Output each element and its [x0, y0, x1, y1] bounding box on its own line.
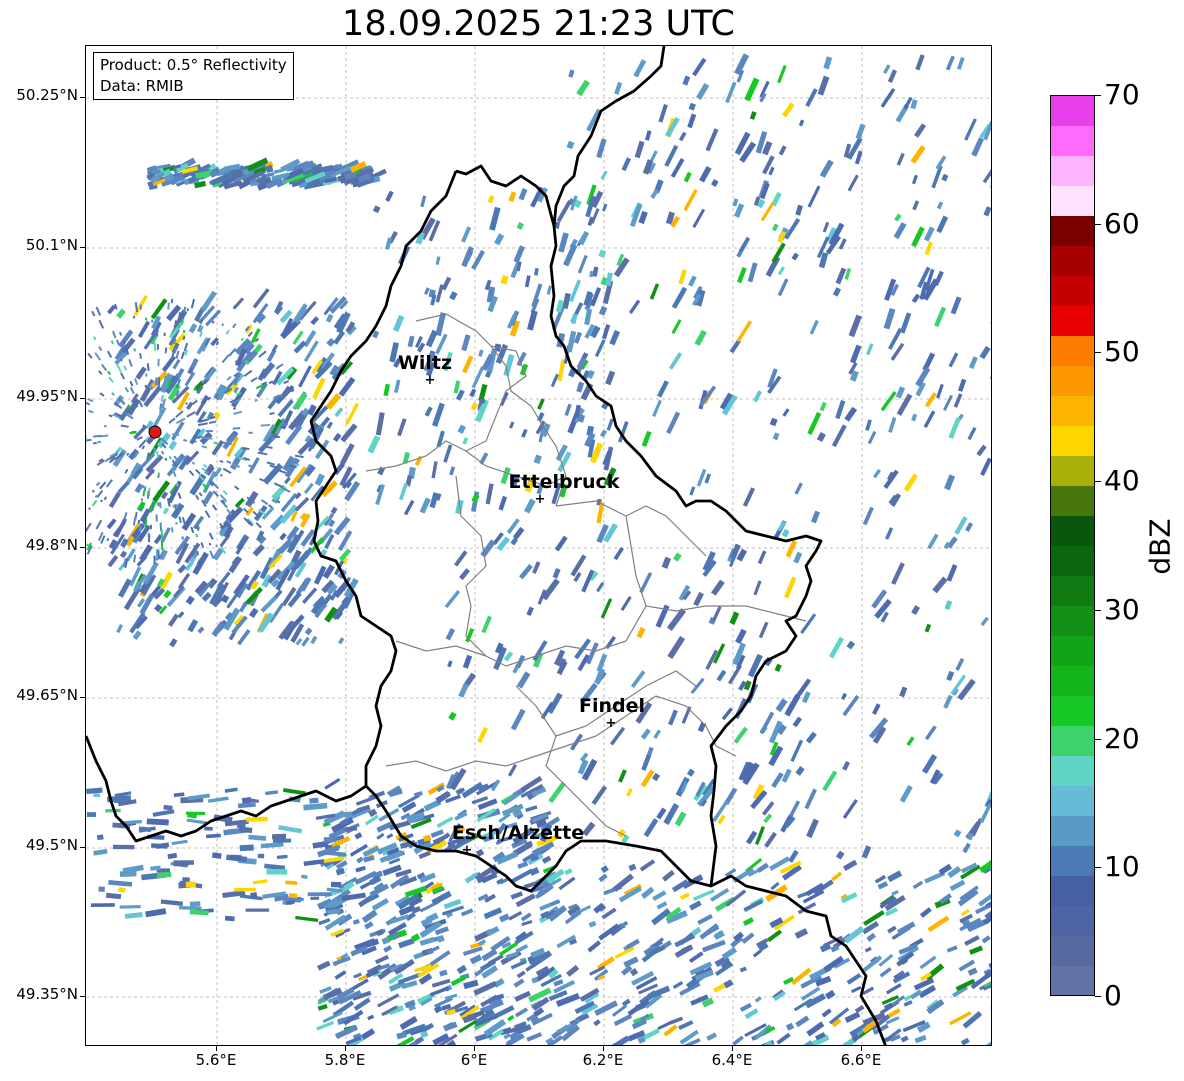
colorbar-segment [1051, 935, 1094, 966]
colorbar-tick-label: 60 [1104, 206, 1140, 240]
info-box: Product: 0.5° Reflectivity Data: RMIB [93, 52, 294, 100]
colorbar-tick [1095, 95, 1101, 96]
colorbar-unit-label: dBZ [1143, 518, 1177, 575]
colorbar-segment [1051, 425, 1094, 457]
product-label: Product: 0.5° Reflectivity [100, 56, 287, 74]
lon-tick [345, 1046, 346, 1051]
colorbar [1050, 95, 1095, 996]
radar-map-svg: +Wiltz+Ettelbruck+Findel+Esch/Alzette [86, 46, 991, 1045]
colorbar-segment [1051, 815, 1094, 846]
colorbar-tick-label: 0 [1104, 979, 1122, 1012]
lon-label: 6.2°E [582, 1051, 624, 1069]
lon-label: 6.4°E [711, 1051, 753, 1069]
lon-tick [732, 1046, 733, 1051]
colorbar-segment [1051, 215, 1094, 247]
lat-label: 49.65°N [16, 686, 78, 704]
lon-tick [216, 1046, 217, 1051]
lat-tick [80, 398, 85, 399]
city-marker-icon: + [606, 716, 617, 731]
colorbar-tick-label: 70 [1104, 78, 1140, 111]
lon-tick [474, 1046, 475, 1051]
lat-label: 49.35°N [16, 985, 78, 1003]
colorbar-segment [1051, 635, 1094, 666]
colorbar-segment [1051, 665, 1094, 696]
lat-label: 49.8°N [25, 536, 78, 554]
radar-map[interactable]: + Wiltz + Ettelbruck + Findel + Esch/Alzette [85, 45, 992, 1046]
colorbar-segment [1051, 785, 1094, 816]
colorbar-segment [1051, 755, 1094, 786]
city-label: Esch/Alzette [452, 822, 584, 844]
colorbar-tick [1095, 867, 1101, 869]
colorbar-tick [1095, 223, 1101, 225]
colorbar-segment [1051, 875, 1094, 906]
city-marker-icon: + [535, 492, 546, 507]
colorbar-segment [1051, 185, 1094, 217]
colorbar-segment [1051, 725, 1094, 756]
lat-label: 49.5°N [25, 836, 78, 854]
lat-tick [80, 847, 85, 848]
colorbar-tick-label: 20 [1104, 721, 1140, 755]
lat-tick [80, 996, 85, 997]
colorbar-segment [1051, 965, 1094, 996]
colorbar-tick-label: 40 [1104, 464, 1140, 498]
colorbar-segment [1051, 605, 1094, 636]
colorbar-segment [1051, 155, 1094, 187]
radar-site-marker [148, 425, 162, 439]
lat-label: 50.25°N [16, 86, 78, 104]
lon-tick [861, 1046, 862, 1051]
city-label: Ettelbruck [509, 471, 620, 493]
city-label: Findel [579, 695, 645, 717]
colorbar-segment [1051, 845, 1094, 876]
colorbar-segment [1051, 515, 1094, 546]
colorbar-segment [1051, 395, 1094, 427]
colorbar-segment [1051, 305, 1094, 337]
radar-site[interactable] [148, 425, 162, 439]
lon-label: 6°E [460, 1051, 488, 1069]
lat-label: 50.1°N [25, 236, 78, 254]
colorbar-segment [1051, 905, 1094, 936]
radar-echoes [86, 53, 991, 1045]
colorbar-segment [1051, 125, 1094, 157]
colorbar-segment [1051, 695, 1094, 726]
lon-tick [603, 1046, 604, 1051]
colorbar-tick-label: 10 [1104, 850, 1140, 884]
lat-label: 49.95°N [16, 387, 78, 405]
lat-tick [80, 547, 85, 548]
lon-label: 6.6°E [840, 1051, 882, 1069]
colorbar-tick [1095, 609, 1101, 611]
lon-label: 5.8°E [324, 1051, 366, 1069]
colorbar-tick-label: 30 [1104, 592, 1140, 626]
colorbar-tick [1095, 352, 1101, 354]
colorbar-segment [1051, 575, 1094, 606]
colorbar-tick [1095, 738, 1101, 740]
colorbar-segment [1051, 455, 1094, 487]
colorbar-segment [1051, 485, 1094, 517]
colorbar-tick-label: 50 [1104, 335, 1140, 369]
data-source-label: Data: RMIB [100, 77, 184, 95]
lon-label: 5.6°E [195, 1051, 237, 1069]
lat-tick [80, 697, 85, 698]
lat-tick [80, 247, 85, 248]
city-marker-icon: + [462, 843, 473, 858]
map-title: 18.09.2025 21:23 UTC [342, 4, 735, 44]
colorbar-tick [1095, 996, 1101, 997]
colorbar-segment [1051, 335, 1094, 367]
colorbar-segment [1051, 245, 1094, 277]
colorbar-segment [1051, 365, 1094, 397]
city-marker-icon: + [425, 373, 436, 388]
colorbar-segment [1051, 96, 1094, 127]
colorbar-segment [1051, 545, 1094, 576]
colorbar-segment [1051, 275, 1094, 307]
city-label: Wiltz [398, 352, 452, 374]
lat-tick [80, 97, 85, 98]
colorbar-tick [1095, 481, 1101, 483]
